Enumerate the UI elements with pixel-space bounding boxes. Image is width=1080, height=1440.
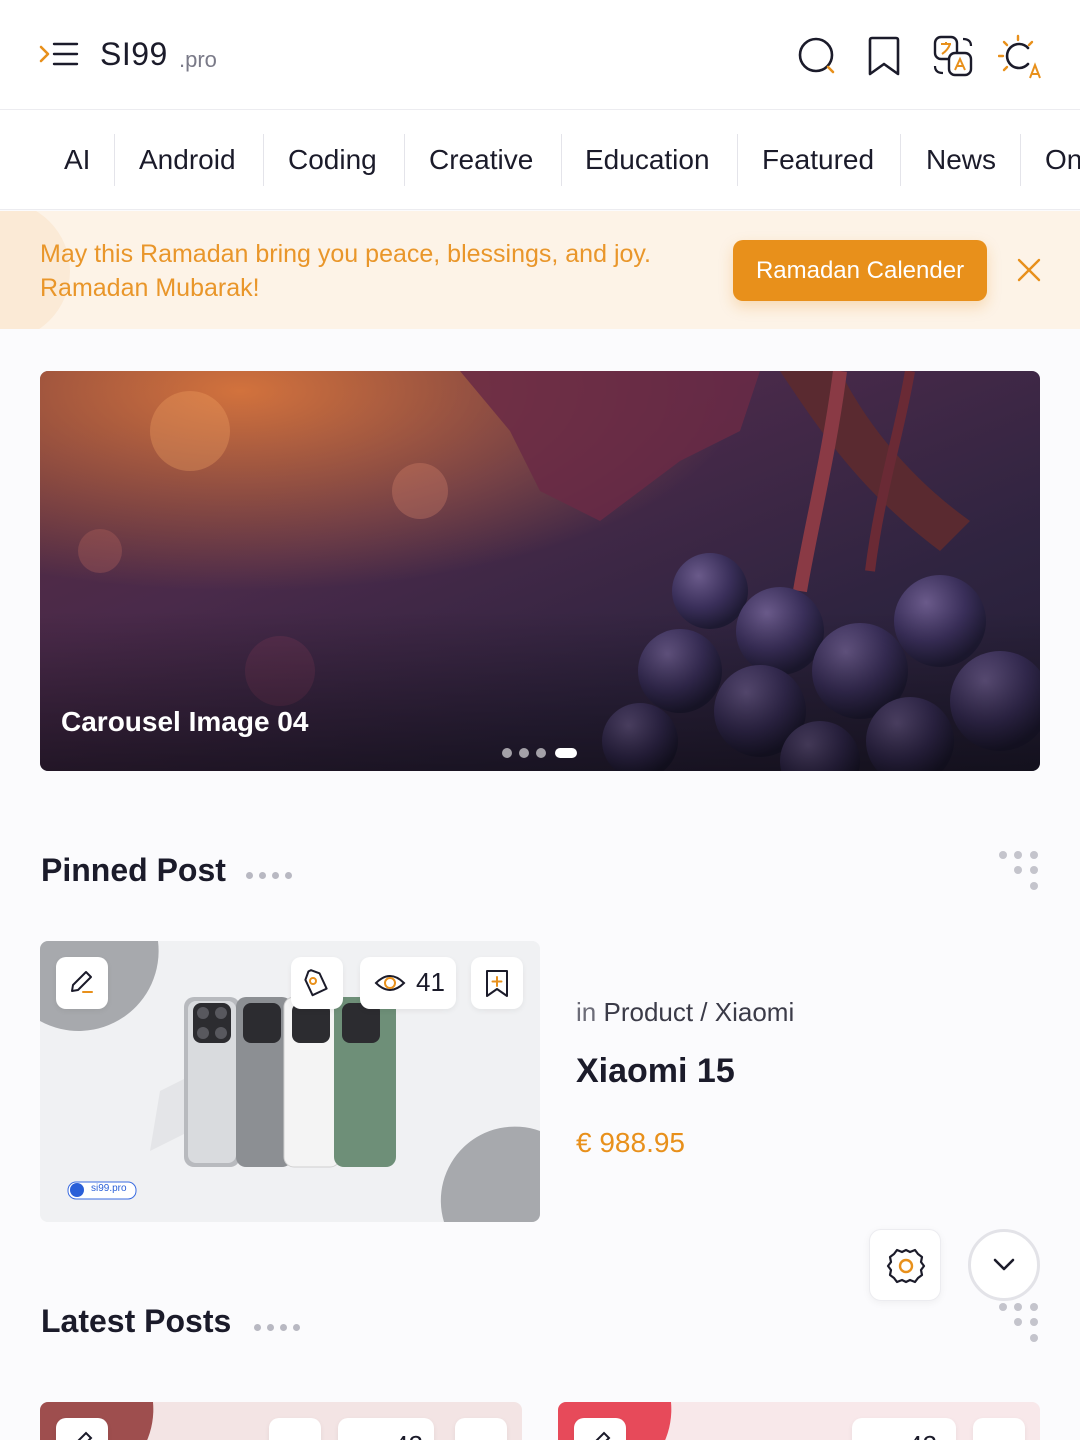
banner-line-1: May this Ramadan bring you peace, blessi…	[40, 240, 651, 268]
views-badge: 41	[360, 957, 456, 1009]
gear-icon	[886, 1248, 926, 1284]
category-on[interactable]: On	[1045, 134, 1080, 186]
category-divider	[1020, 134, 1021, 186]
bookmark-add-icon[interactable]	[973, 1418, 1025, 1440]
app-header: SI99 .pro	[0, 0, 1080, 110]
category-news[interactable]: News	[926, 134, 996, 186]
bookmark-add-icon[interactable]	[471, 957, 523, 1009]
latest-post-card[interactable]: 42	[40, 1402, 522, 1440]
category-divider	[900, 134, 901, 186]
pinned-post-price: € 988.95	[576, 1127, 685, 1158]
category-divider	[404, 134, 405, 186]
translate-icon[interactable]	[931, 34, 975, 78]
views-count: 42	[394, 1430, 423, 1440]
ramadan-banner: May this Ramadan bring you peace, blessi…	[0, 211, 1080, 329]
brand-suffix: .pro	[179, 47, 217, 72]
banner-message: May this Ramadan bring you peace, blessi…	[40, 237, 720, 305]
settings-button[interactable]	[869, 1229, 941, 1301]
category-featured[interactable]: Featured	[762, 134, 874, 186]
latest-post-image	[558, 1402, 672, 1440]
category-ai[interactable]: AI	[64, 134, 90, 186]
pinned-section-title: Pinned Post	[41, 852, 226, 888]
scroll-toggle-button[interactable]	[968, 1229, 1040, 1301]
pinned-post-card[interactable]: si99.pro 41	[40, 941, 540, 1222]
brand-logo[interactable]: SI99	[100, 36, 168, 73]
search-icon[interactable]	[795, 34, 839, 78]
category-divider	[737, 134, 738, 186]
pinned-post-category[interactable]: in Product / Xiaomi	[576, 997, 794, 1028]
category-divider	[561, 134, 562, 186]
category-divider	[263, 134, 264, 186]
category-path[interactable]: Product / Xiaomi	[603, 997, 794, 1027]
grid-dots-icon	[998, 1302, 1042, 1346]
views-count: 41	[416, 967, 445, 997]
carousel-dot[interactable]	[519, 748, 529, 758]
menu-icon[interactable]	[38, 40, 80, 72]
bookmark-icon[interactable]	[862, 34, 906, 78]
tag-icon[interactable]	[291, 957, 343, 1009]
hero-carousel[interactable]: Carousel Image 04	[40, 371, 1040, 771]
views-badge: 42	[338, 1418, 434, 1440]
banner-line-2: Ramadan Mubarak!	[40, 274, 260, 302]
category-education[interactable]: Education	[585, 134, 710, 186]
views-count: 42	[908, 1430, 937, 1440]
edit-icon[interactable]	[56, 957, 108, 1009]
bookmark-add-icon[interactable]	[455, 1418, 507, 1440]
category-coding[interactable]: Coding	[288, 134, 377, 186]
ramadan-calendar-button[interactable]: Ramadan Calender	[733, 240, 987, 301]
category-divider	[114, 134, 115, 186]
section-dots-icon	[254, 1318, 306, 1336]
brand-watermark: si99.pro	[91, 1183, 127, 1194]
carousel-caption: Carousel Image 04	[61, 706, 309, 737]
eye-icon	[374, 975, 406, 991]
pinned-post-image	[40, 941, 540, 1222]
category-creative[interactable]: Creative	[429, 134, 533, 186]
category-nav: AI Android Coding Creative Education Fea…	[0, 110, 1080, 210]
latest-post-card[interactable]: 42	[558, 1402, 1040, 1440]
grid-dots-icon	[998, 850, 1042, 894]
theme-toggle-icon[interactable]	[997, 34, 1042, 79]
edit-icon[interactable]	[574, 1418, 626, 1440]
carousel-dot[interactable]	[502, 748, 512, 758]
latest-section-title: Latest Posts	[41, 1303, 232, 1339]
views-badge: 42	[852, 1418, 956, 1440]
pinned-post-title[interactable]: Xiaomi 15	[576, 1052, 735, 1091]
category-android[interactable]: Android	[139, 134, 236, 186]
chevron-down-icon	[993, 1258, 1015, 1271]
tag-icon[interactable]	[269, 1418, 321, 1440]
carousel-dot-active[interactable]	[555, 748, 577, 758]
carousel-dot[interactable]	[536, 748, 546, 758]
edit-icon[interactable]	[56, 1418, 108, 1440]
category-prefix: in	[576, 997, 597, 1027]
section-dots-icon	[246, 866, 298, 884]
close-icon[interactable]	[1014, 255, 1044, 285]
